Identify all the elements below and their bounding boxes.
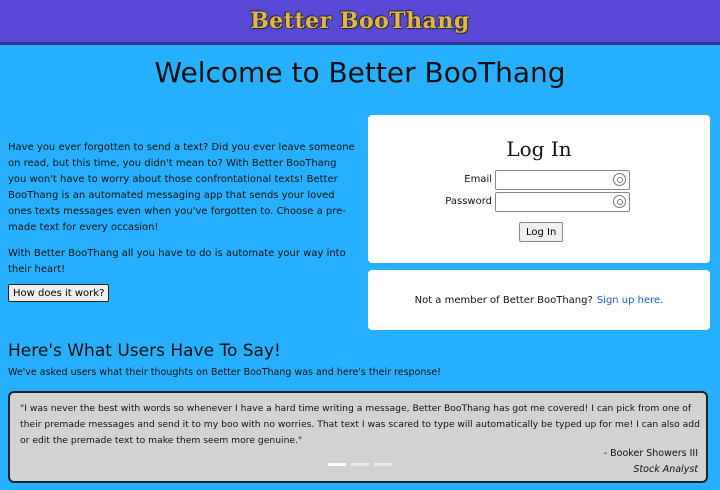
email-row: Email: [368, 170, 710, 192]
login-title: Log In: [506, 137, 572, 161]
top-navbar: Better BooThang: [0, 0, 720, 45]
signup-card: Not a member of Better BooThang? Sign up…: [368, 270, 710, 330]
password-field[interactable]: [495, 192, 630, 212]
testimonial-quote: "I was never the best with words so when…: [20, 403, 700, 446]
carousel-indicators: [328, 463, 392, 466]
password-manager-icon[interactable]: [613, 195, 626, 208]
intro-section: Have you ever forgotten to send a text? …: [8, 140, 358, 288]
password-row: Password: [368, 192, 710, 214]
intro-paragraph: With Better BooThang all you have to do …: [8, 248, 346, 275]
testimonial-author: - Booker Showers III: [603, 448, 698, 459]
page-title: Welcome to Better BooThang: [154, 56, 566, 89]
carousel-indicator[interactable]: [328, 463, 346, 466]
testimonial-carousel[interactable]: "I was never the best with words so when…: [8, 391, 708, 483]
login-button[interactable]: Log In: [519, 222, 564, 242]
testimonial-author-block: - Booker Showers III Stock Analyst: [604, 446, 698, 478]
signup-prompt: Not a member of Better BooThang?: [414, 294, 593, 306]
how-does-it-work-button[interactable]: How does it work?: [8, 284, 110, 302]
testimonial-role: Stock Analyst: [633, 464, 698, 475]
carousel-indicator[interactable]: [351, 463, 369, 466]
password-label: Password: [445, 196, 492, 207]
brand-logo[interactable]: Better BooThang: [250, 8, 470, 34]
login-card: Log In Email Password Log In: [368, 115, 710, 263]
testimonials-heading: Here's What Users Have To Say!: [8, 341, 281, 361]
signup-link[interactable]: Sign up here.: [597, 295, 664, 306]
testimonials-subtitle: We've asked users what their thoughts on…: [8, 367, 441, 378]
carousel-indicator[interactable]: [374, 463, 392, 466]
intro-paragraph: Have you ever forgotten to send a text? …: [8, 142, 355, 233]
password-manager-icon[interactable]: [613, 173, 626, 186]
email-label: Email: [464, 174, 492, 185]
email-field[interactable]: [495, 170, 630, 190]
